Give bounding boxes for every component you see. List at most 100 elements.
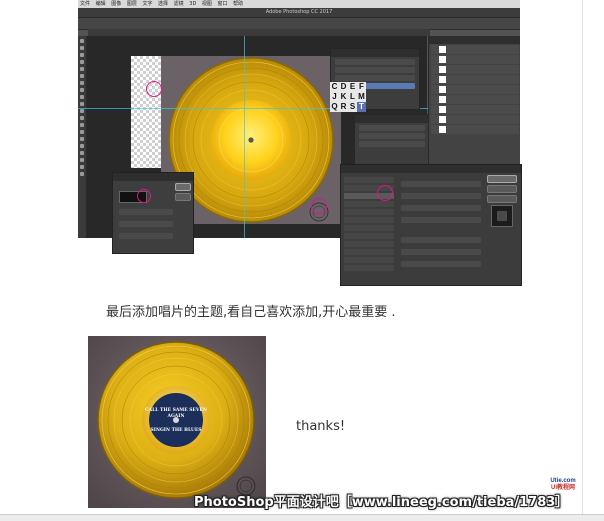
setting-row[interactable]	[401, 217, 481, 223]
new-style-button[interactable]	[487, 195, 517, 203]
menu-item[interactable]: 文件	[78, 1, 92, 7]
layer-row[interactable]	[431, 75, 519, 84]
layer-thumbnail	[439, 126, 446, 133]
gradient-tool-icon[interactable]	[80, 116, 84, 120]
dialog-header	[113, 173, 193, 181]
crop-tool-icon[interactable]	[80, 67, 84, 71]
option-row[interactable]	[119, 233, 173, 239]
option-row[interactable]	[119, 209, 173, 215]
healing-tool-icon[interactable]	[80, 81, 84, 85]
style-item[interactable]	[344, 201, 394, 207]
layer-row[interactable]	[431, 105, 519, 114]
cancel-button[interactable]	[487, 185, 517, 193]
menu-item[interactable]: 选择	[156, 1, 170, 7]
marquee-tool-icon[interactable]	[80, 46, 84, 50]
layer-thumbnail	[439, 56, 446, 63]
letter-cell[interactable]: C	[330, 82, 339, 92]
dodge-tool-icon[interactable]	[80, 130, 84, 134]
setting-row[interactable]	[401, 181, 481, 187]
menu-item[interactable]: 图层	[125, 1, 139, 7]
style-item[interactable]	[344, 225, 394, 231]
setting-row[interactable]	[401, 205, 481, 211]
style-item[interactable]	[344, 209, 394, 215]
property-row[interactable]	[359, 125, 425, 131]
quick-select-tool-icon[interactable]	[80, 60, 84, 64]
history-row[interactable]	[335, 59, 415, 65]
document-tab[interactable]	[88, 29, 430, 36]
letter-cell[interactable]: F	[357, 82, 366, 92]
layer-row[interactable]	[431, 115, 519, 124]
gold-record-final	[97, 341, 256, 499]
setting-row[interactable]	[401, 249, 481, 255]
ok-button[interactable]	[487, 175, 517, 183]
menu-item[interactable]: 3D	[187, 1, 198, 7]
path-select-tool-icon[interactable]	[80, 151, 84, 155]
app-title-bar: Adobe Photoshop CC 2017	[78, 8, 520, 18]
letter-cell[interactable]: Q	[330, 102, 339, 112]
property-row[interactable]	[359, 141, 425, 147]
menu-item[interactable]: 编辑	[94, 1, 108, 7]
letter-cell[interactable]: J	[330, 92, 339, 102]
layer-row[interactable]	[431, 65, 519, 74]
style-item[interactable]	[344, 177, 394, 183]
layer-row[interactable]	[431, 55, 519, 64]
menu-item[interactable]: 图像	[109, 1, 123, 7]
ok-button[interactable]	[175, 183, 191, 191]
transparent-checkerboard	[131, 56, 161, 168]
setting-row[interactable]	[401, 193, 481, 199]
style-item[interactable]	[344, 233, 394, 239]
brush-tool-icon[interactable]	[80, 88, 84, 92]
property-row[interactable]	[359, 133, 425, 139]
properties-panel	[354, 114, 430, 166]
panel-header	[355, 115, 429, 123]
option-row[interactable]	[119, 221, 173, 227]
layer-row[interactable]	[431, 125, 519, 134]
letter-cell[interactable]: E	[348, 82, 357, 92]
eraser-tool-icon[interactable]	[80, 109, 84, 113]
highlight-circle	[311, 198, 327, 214]
style-item[interactable]	[344, 217, 394, 223]
blur-tool-icon[interactable]	[80, 123, 84, 127]
setting-row[interactable]	[401, 237, 481, 243]
mac-menu-bar: 文件 编辑 图像 图层 文字 选择 滤镜 3D 视图 窗口 帮助	[78, 0, 520, 8]
zoom-tool-icon[interactable]	[80, 172, 84, 176]
layer-row[interactable]	[431, 45, 519, 54]
hand-tool-icon[interactable]	[80, 165, 84, 169]
record-label-top: CALL THE SAME SEVEN AGAIN	[145, 408, 207, 419]
setting-row[interactable]	[401, 261, 481, 267]
letter-cell[interactable]: L	[348, 92, 357, 102]
menu-item[interactable]: 滤镜	[172, 1, 186, 7]
layer-row[interactable]	[431, 85, 519, 94]
letter-cell[interactable]: M	[357, 92, 366, 102]
shape-tool-icon[interactable]	[80, 158, 84, 162]
letter-cell[interactable]: D	[339, 82, 348, 92]
style-item[interactable]	[344, 241, 394, 247]
letter-cell[interactable]: S	[348, 102, 357, 112]
menu-item[interactable]: 窗口	[216, 1, 230, 7]
history-brush-tool-icon[interactable]	[80, 102, 84, 106]
step-caption: 最后添加唱片的主题,看自己喜欢添加,开心最重要 .	[106, 305, 396, 320]
layer-thumbnail	[439, 86, 446, 93]
menu-item[interactable]: 视图	[200, 1, 214, 7]
layer-row[interactable]	[431, 95, 519, 104]
style-item[interactable]	[344, 265, 394, 271]
style-item[interactable]	[344, 249, 394, 255]
menu-item[interactable]: 文字	[140, 1, 154, 7]
history-row[interactable]	[335, 67, 415, 73]
letter-cell[interactable]: K	[339, 92, 348, 102]
move-tool-icon[interactable]	[80, 39, 84, 43]
final-record-image: CALL THE SAME SEVEN AGAIN SINGIN THE BLU…	[88, 336, 266, 508]
letter-cell[interactable]: R	[339, 102, 348, 112]
letter-cell-selected[interactable]: T	[357, 102, 366, 112]
menu-item[interactable]: 帮助	[231, 1, 245, 7]
letter-picker: C D E F J K L M Q R S T	[330, 82, 366, 112]
window-title: Adobe Photoshop CC 2017	[265, 9, 333, 15]
type-tool-icon[interactable]	[80, 144, 84, 148]
style-item[interactable]	[344, 257, 394, 263]
cancel-button[interactable]	[175, 193, 191, 201]
history-row[interactable]	[335, 75, 415, 81]
pen-tool-icon[interactable]	[80, 137, 84, 141]
lasso-tool-icon[interactable]	[80, 53, 84, 57]
eyedropper-tool-icon[interactable]	[80, 74, 84, 78]
stamp-tool-icon[interactable]	[80, 95, 84, 99]
